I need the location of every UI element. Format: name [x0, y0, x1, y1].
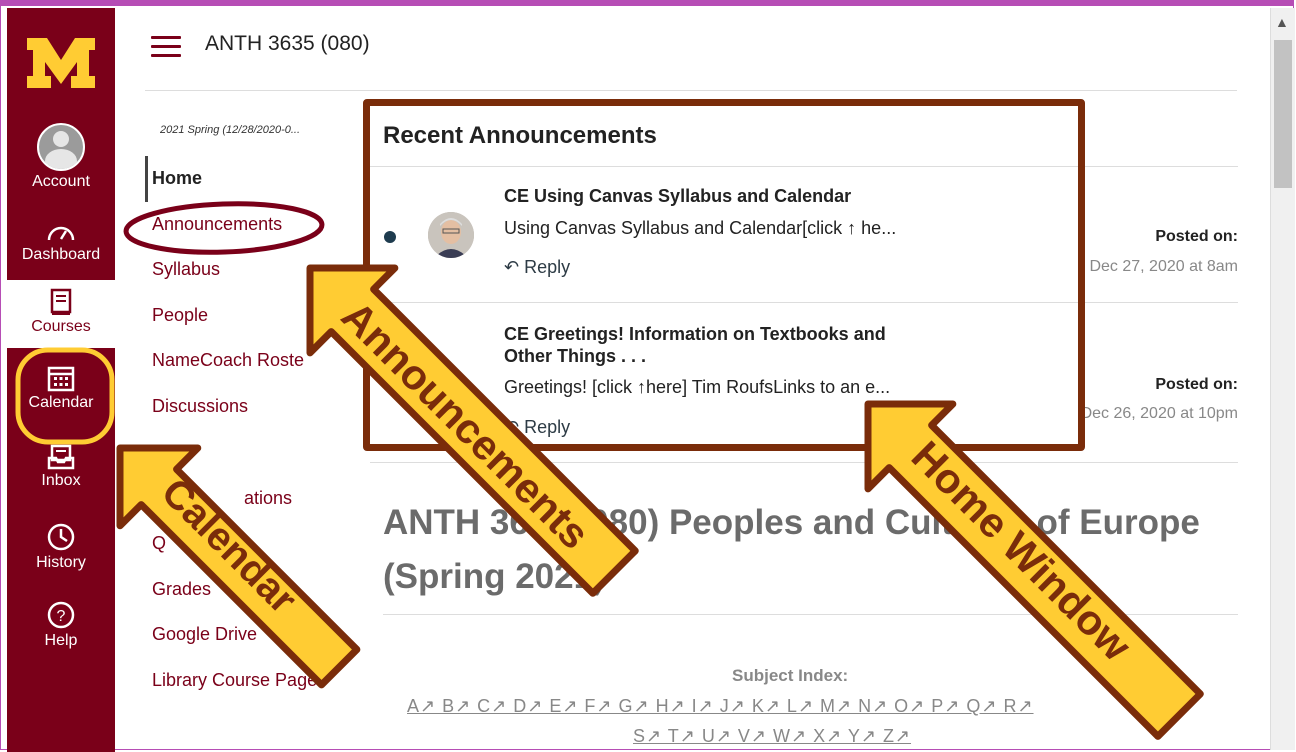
header-divider [145, 90, 1237, 91]
inbox-icon [47, 444, 75, 470]
course-nav-grades[interactable]: Grades [152, 579, 211, 600]
help-icon: ? [47, 601, 75, 629]
subject-index-links-row1[interactable]: A↗ B↗ C↗ D↗ E↗ F↗ G↗ H↗ I↗ J↗ K↗ L↗ M↗ N… [407, 696, 1034, 717]
university-logo[interactable] [25, 36, 97, 90]
announcement-1-posted-label: Posted on: [1155, 228, 1238, 245]
active-item-indicator [145, 156, 148, 202]
course-nav-people[interactable]: People [152, 305, 208, 326]
nav-inbox-label: Inbox [41, 472, 81, 489]
nav-calendar-label: Calendar [28, 394, 94, 411]
course-nav-discussions[interactable]: Discussions [152, 396, 248, 417]
page-title-line1: ANTH 3635 (080) Peoples and Cultures of … [383, 503, 1200, 542]
nav-help[interactable]: ? Help [7, 600, 115, 650]
nav-history[interactable]: History [7, 522, 115, 572]
breadcrumb-course-title[interactable]: ANTH 3635 (080) [205, 32, 370, 56]
subject-index-links-row2[interactable]: S↗ T↗ U↗ V↗ W↗ X↗ Y↗ Z↗ [633, 726, 911, 747]
global-navigation: Account Dashboard Courses Calendar Inbox… [7, 8, 115, 752]
scrollbar-thumb[interactable] [1274, 40, 1292, 188]
nav-calendar[interactable]: Calendar [7, 364, 115, 412]
courses-icon [50, 288, 72, 315]
nav-courses[interactable]: Courses [7, 280, 115, 348]
course-nav-library[interactable]: Library Course Page [152, 670, 317, 691]
dashboard-icon [47, 226, 75, 241]
nav-account-label: Account [32, 173, 90, 190]
course-nav-partial-q[interactable]: Q [152, 533, 166, 554]
svg-text:?: ? [57, 608, 66, 625]
nav-history-label: History [36, 554, 86, 571]
subject-index-label: Subject Index: [732, 666, 849, 685]
nav-courses-label: Courses [31, 318, 91, 335]
course-nav-partial-item[interactable]: ations [244, 488, 292, 509]
nav-inbox[interactable]: Inbox [7, 444, 115, 490]
nav-dashboard[interactable]: Dashboard [7, 220, 115, 264]
history-icon [47, 523, 75, 551]
announcement-1-posted-date: Dec 27, 2020 at 8am [1089, 258, 1238, 275]
calendar-icon [47, 366, 75, 392]
course-header: ANTH 3635 (080) [115, 8, 1265, 88]
hamburger-menu-icon[interactable] [151, 36, 181, 58]
avatar-icon [37, 123, 85, 171]
announcement-2-posted-date: Dec 26, 2020 at 10pm [1080, 405, 1238, 422]
nav-account[interactable]: Account [7, 123, 115, 191]
nav-dashboard-label: Dashboard [21, 246, 101, 263]
course-nav-google-drive[interactable]: Google Drive [152, 624, 257, 645]
scroll-up-arrow-icon[interactable]: ▲ [1275, 14, 1289, 30]
nav-help-label: Help [44, 632, 78, 649]
term-label: 2021 Spring (12/28/2020-0... [160, 124, 301, 136]
course-nav-syllabus[interactable]: Syllabus [152, 259, 220, 280]
announcement-2-posted-label: Posted on: [1155, 376, 1238, 393]
course-nav-announcements[interactable]: Announcements [152, 214, 282, 235]
course-nav-home[interactable]: Home [152, 168, 202, 189]
course-nav-namecoach[interactable]: NameCoach Roste [152, 350, 304, 371]
